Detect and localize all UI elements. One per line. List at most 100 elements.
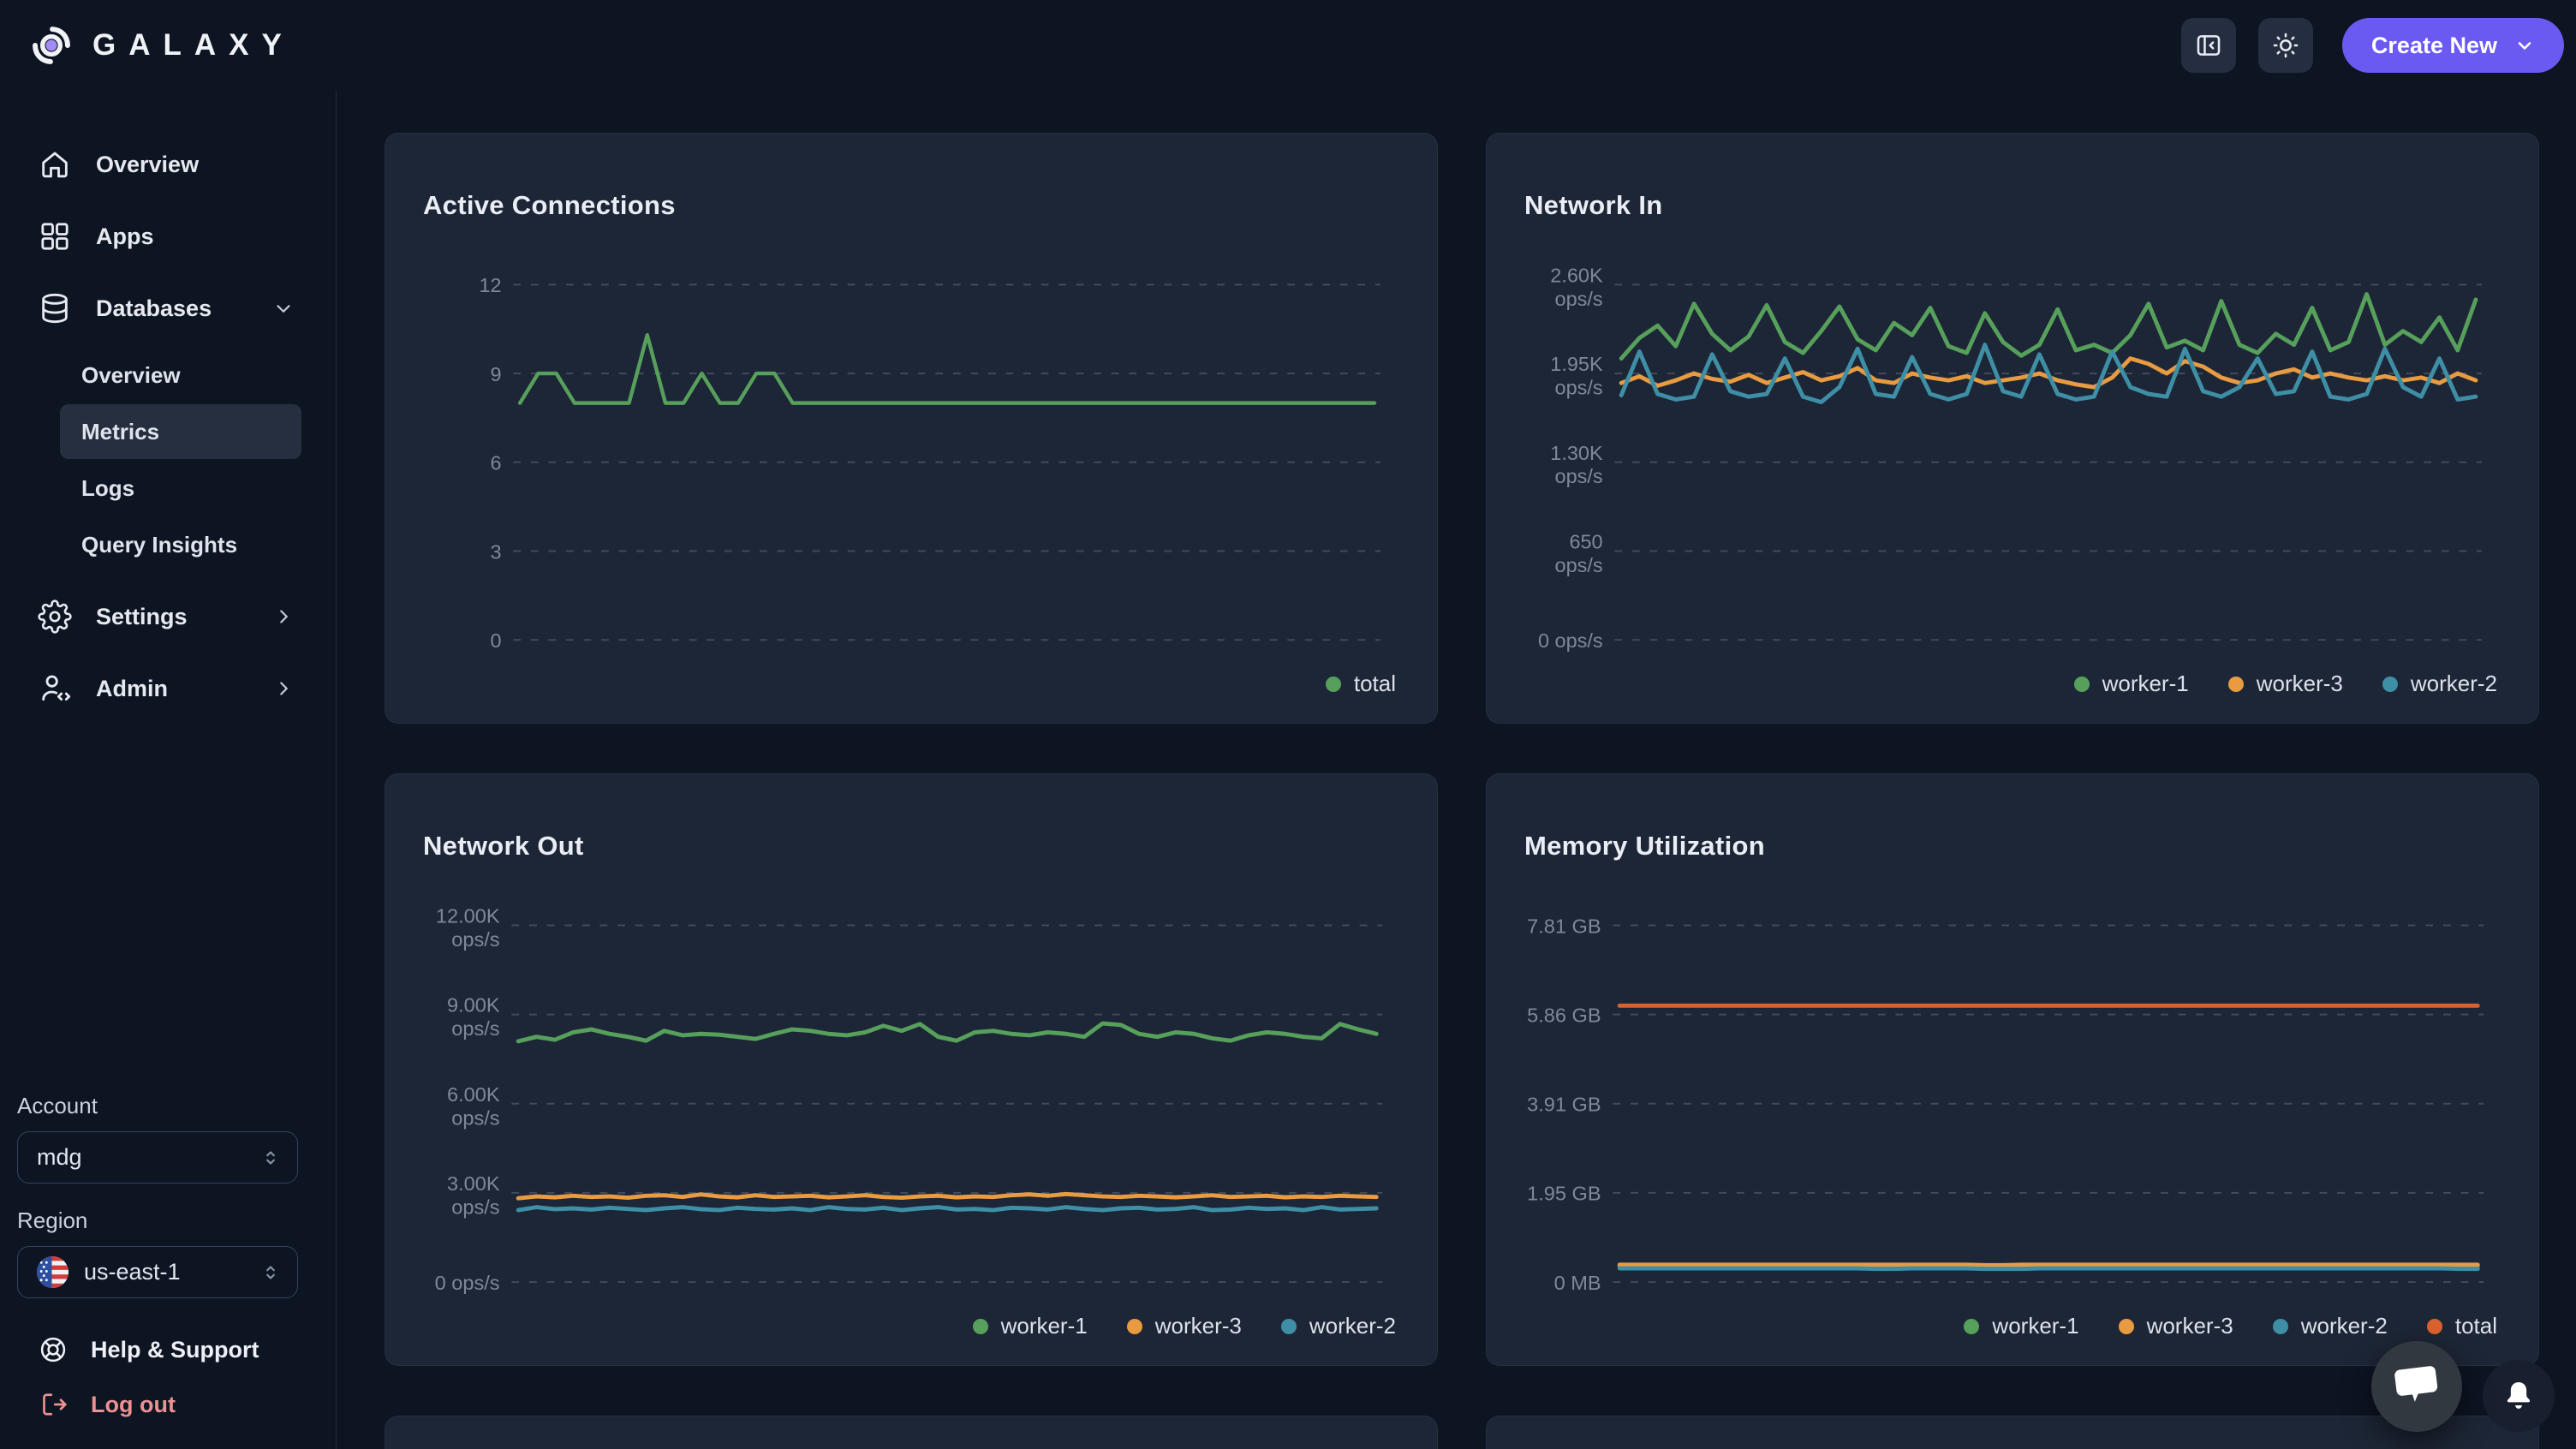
sidebar-item-admin[interactable]: Admin xyxy=(0,662,319,715)
sidebar-item-metrics[interactable]: Metrics xyxy=(60,404,301,459)
svg-text:1.95Kops/s: 1.95Kops/s xyxy=(1550,354,1603,399)
legend-label: total xyxy=(1354,671,1396,697)
svg-text:5.86 GB: 5.86 GB xyxy=(1527,1005,1601,1027)
region-label: Region xyxy=(17,1208,319,1234)
chart-title: Memory Utilization xyxy=(1524,831,2501,862)
legend-label: worker-2 xyxy=(1309,1313,1396,1339)
svg-text:3.00Kops/s: 3.00Kops/s xyxy=(447,1172,500,1219)
chart-legend: worker-1 worker-3 worker-2 xyxy=(1524,664,2501,702)
logout-label: Log out xyxy=(91,1392,176,1418)
chevron-down-icon xyxy=(2514,35,2535,56)
chart-card-network-out: Network Out 12.00Kops/s9.00Kops/s6.00Kop… xyxy=(385,773,1438,1366)
sidebar-item-apps[interactable]: Apps xyxy=(0,210,319,263)
svg-text:6.00Kops/s: 6.00Kops/s xyxy=(447,1083,500,1130)
legend-dot xyxy=(973,1319,988,1334)
sidebar-item-label: Logs xyxy=(81,475,134,502)
legend-dot xyxy=(1326,677,1341,692)
sidebar-item-label: Metrics xyxy=(81,419,159,445)
svg-text:9.00Kops/s: 9.00Kops/s xyxy=(447,994,500,1041)
svg-text:6: 6 xyxy=(491,452,502,474)
network-out-chart: 12.00Kops/s 9.00Kops/s 6.00Kops/s 3.00Kops/… xyxy=(423,902,1399,1306)
create-new-label: Create New xyxy=(2371,33,2497,59)
svg-text:1.30Kops/s: 1.30Kops/s xyxy=(1550,442,1603,487)
sidebar: Overview Apps Databases xyxy=(0,91,337,1449)
sidebar-item-query-insights[interactable]: Query Insights xyxy=(60,517,301,572)
sidebar-item-label: Overview xyxy=(96,152,199,178)
chart-title: Network In xyxy=(1524,190,2501,221)
region-select[interactable]: us-east-1 xyxy=(17,1246,298,1298)
help-support-link[interactable]: Help & Support xyxy=(38,1327,319,1372)
sidebar-item-overview[interactable]: Overview xyxy=(0,138,319,191)
legend-label: worker-1 xyxy=(2102,671,2189,697)
svg-text:2.60Kops/s: 2.60Kops/s xyxy=(1550,265,1603,310)
chart-legend: worker-1 worker-3 worker-2 xyxy=(423,1306,1399,1345)
collapse-sidebar-button[interactable] xyxy=(2181,18,2236,73)
sidebar-item-settings[interactable]: Settings xyxy=(0,590,319,643)
chevron-right-icon xyxy=(272,605,295,628)
home-icon xyxy=(38,147,72,182)
legend-dot xyxy=(2427,1319,2442,1334)
chart-card-network-in: Network In 2.60Kops/s 1.95Kops/s 1.30Kops/… xyxy=(1486,133,2539,724)
create-new-button[interactable]: Create New xyxy=(2342,18,2564,73)
legend-item-worker-3[interactable]: worker-3 xyxy=(2119,1313,2233,1339)
legend-item-total[interactable]: total xyxy=(1326,671,1396,697)
chart-card-memory-utilization: Memory Utilization 7.81 GB5.86 GB3.91 GB… xyxy=(1486,773,2539,1366)
legend-label: worker-3 xyxy=(2147,1313,2233,1339)
legend-dot xyxy=(2273,1319,2288,1334)
svg-text:650ops/s: 650ops/s xyxy=(1555,531,1603,576)
legend-label: worker-1 xyxy=(1001,1313,1088,1339)
chart-card-active-connections: Active Connections 129630 total xyxy=(385,133,1438,724)
legend-item-worker-2[interactable]: worker-2 xyxy=(1281,1313,1396,1339)
legend-item-worker-1[interactable]: worker-1 xyxy=(1964,1313,2078,1339)
galaxy-logo-icon xyxy=(29,23,74,68)
active-connections-chart: 12 9 6 3 0 xyxy=(423,261,1399,664)
legend-item-worker-1[interactable]: worker-1 xyxy=(2074,671,2189,697)
chat-bubble-icon xyxy=(2391,1363,2442,1410)
svg-text:9: 9 xyxy=(491,363,502,385)
topbar: GALAXY Crea xyxy=(0,0,2576,91)
brand-logo[interactable]: GALAXY xyxy=(29,23,295,68)
admin-user-icon xyxy=(38,671,72,706)
legend-item-worker-2[interactable]: worker-2 xyxy=(2273,1313,2388,1339)
sidebar-item-label: Apps xyxy=(96,224,154,250)
theme-toggle-button[interactable] xyxy=(2258,18,2313,73)
sun-icon xyxy=(2271,31,2300,60)
account-select[interactable]: mdg xyxy=(17,1131,298,1184)
help-support-label: Help & Support xyxy=(91,1337,259,1363)
svg-text:12: 12 xyxy=(480,275,502,297)
logout-link[interactable]: Log out xyxy=(38,1382,319,1427)
grid-icon xyxy=(38,219,72,253)
legend-item-worker-3[interactable]: worker-3 xyxy=(1127,1313,1242,1339)
svg-text:0: 0 xyxy=(491,629,502,652)
account-value: mdg xyxy=(37,1144,244,1171)
svg-text:7.81 GB: 7.81 GB xyxy=(1527,915,1601,938)
chart-card-partial-left xyxy=(385,1416,1438,1449)
legend-item-worker-1[interactable]: worker-1 xyxy=(973,1313,1088,1339)
svg-text:3: 3 xyxy=(491,541,502,564)
sidebar-item-db-overview[interactable]: Overview xyxy=(60,348,301,402)
sidebar-item-logs[interactable]: Logs xyxy=(60,461,301,516)
sidebar-item-label: Admin xyxy=(96,676,168,702)
legend-item-worker-2[interactable]: worker-2 xyxy=(2382,671,2497,697)
notifications-bell-button[interactable] xyxy=(2483,1360,2555,1432)
memory-utilization-chart: 7.81 GB5.86 GB3.91 GB1.95 GB0 MB xyxy=(1524,902,2501,1306)
legend-label: worker-1 xyxy=(1992,1313,2078,1339)
legend-item-total[interactable]: total xyxy=(2427,1313,2497,1339)
svg-text:1.95 GB: 1.95 GB xyxy=(1527,1183,1601,1205)
svg-text:0 MB: 0 MB xyxy=(1554,1272,1601,1294)
databases-submenu: Overview Metrics Logs Query Insights xyxy=(0,346,319,574)
account-label: Account xyxy=(17,1093,319,1119)
network-in-chart: 2.60Kops/s 1.95Kops/s 1.30Kops/s 650ops/s 0 … xyxy=(1524,261,2501,664)
chevron-right-icon xyxy=(272,677,295,700)
svg-text:0 ops/s: 0 ops/s xyxy=(435,1272,500,1294)
chevron-down-icon xyxy=(272,297,295,319)
sidebar-item-databases[interactable]: Databases xyxy=(0,282,319,335)
svg-text:0 ops/s: 0 ops/s xyxy=(1538,629,1603,652)
chat-widget-button[interactable] xyxy=(2371,1341,2462,1432)
legend-item-worker-3[interactable]: worker-3 xyxy=(2228,671,2343,697)
sidebar-item-label: Settings xyxy=(96,604,188,630)
legend-label: worker-3 xyxy=(1155,1313,1242,1339)
metrics-dashboard: Active Connections 129630 total Network … xyxy=(337,91,2576,1449)
legend-label: worker-3 xyxy=(2257,671,2343,697)
svg-text:12.00Kops/s: 12.00Kops/s xyxy=(436,905,500,951)
